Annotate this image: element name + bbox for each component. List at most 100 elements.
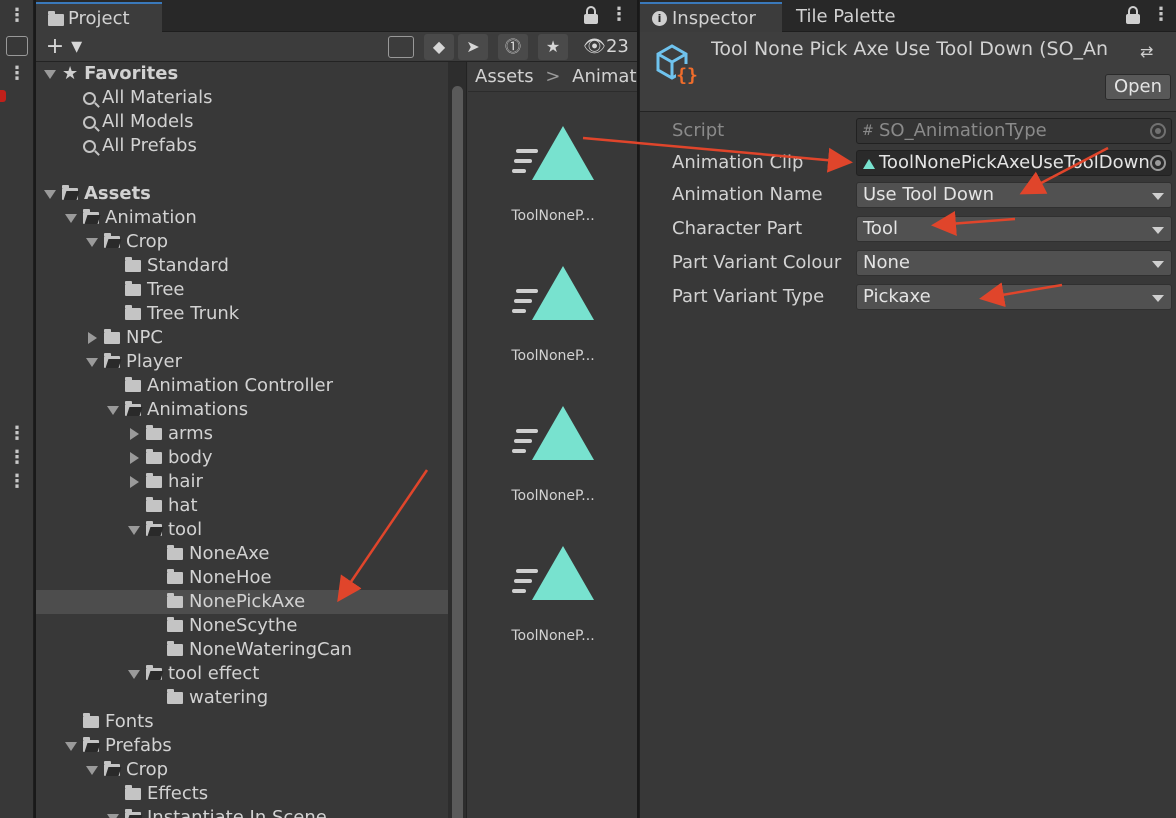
tree-row[interactable]: watering [36,686,448,710]
tree-row[interactable]: Crop [36,758,448,782]
tree-row[interactable]: Standard [36,254,448,278]
breadcrumb-assets[interactable]: Assets [475,66,534,87]
open-button[interactable]: Open [1105,74,1171,100]
filter-by-type-icon[interactable]: ◆ [424,34,454,60]
expand-arrow-icon[interactable] [86,765,98,775]
tree-row[interactable]: hair [36,470,448,494]
tree-row-label: Fonts [105,711,154,732]
folder-icon [125,281,141,296]
breadcrumb-animation[interactable]: Animation [572,66,637,87]
expand-arrow-icon[interactable] [86,237,98,247]
filter-by-label-icon[interactable]: ➤ [458,34,488,60]
expand-arrow-icon[interactable] [86,357,98,367]
tree-row[interactable]: body [36,446,448,470]
tree-row-label: Player [126,351,183,372]
enum-dropdown[interactable]: Use Tool Down [856,182,1172,208]
tab-tile-palette[interactable]: Tile Palette [782,2,908,32]
tree-row[interactable]: Effects [36,782,448,806]
create-button[interactable]: + ▾ [42,34,86,60]
animation-clip-icon [478,546,628,602]
tree-row[interactable]: Assets [36,182,448,206]
tree-row[interactable]: NoneWateringCan [36,638,448,662]
folder-icon [167,569,183,584]
maximize-icon[interactable] [6,36,28,56]
asset-item[interactable]: ToolNoneP... [478,266,628,376]
tree-row[interactable]: NoneScythe [36,614,448,638]
visibility-count[interactable]: 👁23 [578,34,634,60]
tree-row[interactable]: Tree [36,278,448,302]
tree-row[interactable]: All Prefabs [36,134,448,158]
expand-arrow-icon[interactable] [65,213,77,223]
property-label: Part Variant Colour [672,252,842,273]
tree-row[interactable]: hat [36,494,448,518]
tree-row[interactable]: Prefabs [36,734,448,758]
tree-row-label: arms [168,423,214,444]
tab-inspector[interactable]: i Inspector [640,2,782,32]
lock-icon[interactable] [1126,6,1140,24]
expand-arrow-icon[interactable] [107,405,119,415]
vertical-dots-icon[interactable]: ⋮ [8,448,26,468]
tree-scrollbar[interactable] [448,62,466,818]
log-icon[interactable]: ⓵ [498,34,528,60]
tree-row[interactable]: Instantiate In Scene [36,806,448,818]
tree-row[interactable]: Player [36,350,448,374]
panel-menu-icon[interactable]: ⋮ [1152,5,1170,25]
vertical-dots-icon[interactable]: ⋮ [8,64,26,84]
tree-row[interactable]: Animations [36,398,448,422]
expand-arrow-icon[interactable] [44,189,56,199]
scroll-thumb[interactable] [452,86,463,818]
expand-arrow-icon[interactable] [65,741,77,751]
tree-row[interactable]: All Models [36,110,448,134]
star-icon: ★ [62,63,79,84]
tree-row-label: All Prefabs [102,135,197,156]
favorite-star-icon[interactable]: ★ [538,34,568,60]
tree-row[interactable]: Animation [36,206,448,230]
tree-row-label: body [168,447,213,468]
expand-arrow-icon[interactable] [128,525,140,535]
expand-arrow-icon[interactable] [44,69,56,79]
object-picker-icon[interactable] [1150,155,1166,171]
panel-menu-icon[interactable]: ⋮ [610,5,628,25]
expand-arrow-icon[interactable] [107,813,119,818]
tab-project[interactable]: Project [36,2,162,32]
enum-dropdown[interactable]: Tool [856,216,1172,242]
enum-dropdown[interactable]: Pickaxe [856,284,1172,310]
collapse-arrow-icon[interactable] [88,332,97,344]
expand-arrow-icon[interactable] [128,669,140,679]
tree-row[interactable]: Tree Trunk [36,302,448,326]
tree-row[interactable] [36,158,448,182]
tree-row[interactable]: All Materials [36,86,448,110]
tree-row[interactable]: Crop [36,230,448,254]
search-icon [83,115,96,129]
cs-script-icon: # [862,123,874,139]
tree-row[interactable]: tool effect [36,662,448,686]
search-scope-icon[interactable] [388,36,414,58]
tree-row[interactable]: ★ Favorites [36,62,448,86]
tree-row[interactable]: NoneAxe [36,542,448,566]
tree-row[interactable]: tool [36,518,448,542]
folder-open-icon [146,521,162,536]
lock-icon[interactable] [584,6,598,24]
animation-clip-field[interactable]: ToolNonePickAxeUseToolDown [856,150,1172,176]
asset-item[interactable]: ToolNoneP... [478,126,628,236]
collapse-arrow-icon[interactable] [130,452,139,464]
animation-clip-icon [863,159,875,169]
tree-row[interactable]: NPC [36,326,448,350]
vertical-dots-icon[interactable]: ⋮ [8,6,26,26]
collapse-arrow-icon[interactable] [130,476,139,488]
tree-row[interactable]: Animation Controller [36,374,448,398]
vertical-dots-icon[interactable]: ⋮ [8,424,26,444]
tree-row-label: NoneWateringCan [189,639,353,660]
tree-row[interactable]: arms [36,422,448,446]
tree-row[interactable]: NoneHoe [36,566,448,590]
tab-inspector-label: Inspector [672,8,756,29]
collapse-arrow-icon[interactable] [130,428,139,440]
folder-open-icon [104,761,120,776]
asset-item[interactable]: ToolNoneP... [478,406,628,516]
tree-row[interactable]: NonePickAxe [36,590,448,614]
enum-dropdown[interactable]: None [856,250,1172,276]
tree-row[interactable]: Fonts [36,710,448,734]
settings-sliders-icon[interactable]: ⇄ [1140,42,1160,62]
vertical-dots-icon[interactable]: ⋮ [8,472,26,492]
asset-item[interactable]: ToolNoneP... [478,546,628,656]
